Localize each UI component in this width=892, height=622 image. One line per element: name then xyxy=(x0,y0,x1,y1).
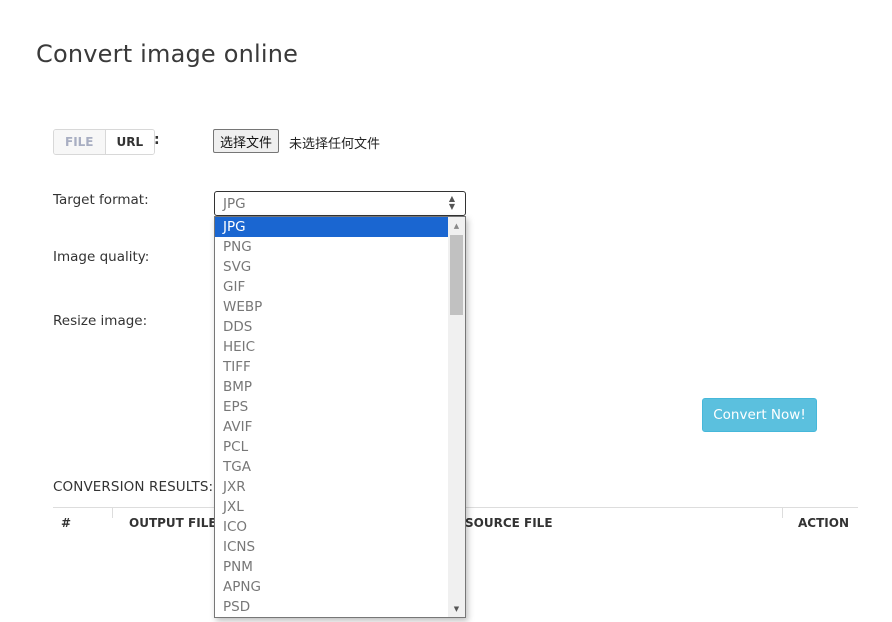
format-option-pnm[interactable]: PNM xyxy=(215,557,448,577)
target-format-dropdown: JPG PNG SVG GIF WEBP DDS HEIC TIFF BMP EPS AVIF PCL… xyxy=(214,216,466,618)
page-title: Convert image online xyxy=(36,40,299,68)
format-option-jxr[interactable]: JXR xyxy=(215,477,448,497)
format-option-pcl[interactable]: PCL xyxy=(215,437,448,457)
scroll-down-arrow-icon[interactable]: ▼ xyxy=(448,600,465,617)
format-option-webp[interactable]: WEBP xyxy=(215,297,448,317)
choose-file-button[interactable]: 选择文件 xyxy=(213,129,280,153)
file-status-text: 未选择任何文件 xyxy=(289,137,381,152)
toggle-colon: : xyxy=(154,132,160,148)
format-option-dds[interactable]: DDS xyxy=(215,317,448,337)
column-header-output-file: OUTPUT FILE xyxy=(129,516,217,530)
format-option-svg[interactable]: SVG xyxy=(215,257,448,277)
format-option-tiff[interactable]: TIFF xyxy=(215,357,448,377)
format-option-jxl[interactable]: JXL xyxy=(215,497,448,517)
target-format-selected-value: JPG xyxy=(223,195,246,212)
column-separator xyxy=(112,508,113,518)
source-toggle: FILE URL xyxy=(53,129,156,155)
resize-image-label: Resize image: xyxy=(53,313,148,329)
format-option-png[interactable]: PNG xyxy=(215,237,448,257)
format-option-bmp[interactable]: BMP xyxy=(215,377,448,397)
dropdown-scrollbar[interactable]: ▲ ▼ xyxy=(448,217,465,617)
format-option-ico[interactable]: ICO xyxy=(215,517,448,537)
image-quality-label: Image quality: xyxy=(53,249,150,265)
format-option-psd[interactable]: PSD xyxy=(215,597,448,617)
scroll-thumb[interactable] xyxy=(450,235,463,315)
format-option-avif[interactable]: AVIF xyxy=(215,417,448,437)
target-format-label: Target format: xyxy=(53,192,149,208)
select-updown-arrow-icon: ▲ ▼ xyxy=(448,194,455,211)
format-option-apng[interactable]: APNG xyxy=(215,577,448,597)
convert-now-button[interactable]: Convert Now! xyxy=(702,398,817,432)
format-option-jpg[interactable]: JPG xyxy=(215,217,448,237)
dropdown-options-list: JPG PNG SVG GIF WEBP DDS HEIC TIFF BMP EPS AVIF PCL… xyxy=(215,217,448,617)
toggle-url-button[interactable]: URL xyxy=(105,130,155,154)
target-format-select[interactable]: JPG ▲ ▼ xyxy=(214,191,466,216)
column-header-number: # xyxy=(61,516,72,530)
format-option-icns[interactable]: ICNS xyxy=(215,537,448,557)
conversion-results-label: CONVERSION RESULTS: xyxy=(53,479,214,495)
column-separator xyxy=(782,508,783,518)
column-header-action: ACTION xyxy=(798,516,849,530)
scroll-up-arrow-icon[interactable]: ▲ xyxy=(448,217,465,234)
column-header-source-file: SOURCE FILE xyxy=(465,516,553,530)
format-option-gif[interactable]: GIF xyxy=(215,277,448,297)
toggle-file-button[interactable]: FILE xyxy=(54,130,106,154)
format-option-tga[interactable]: TGA xyxy=(215,457,448,477)
format-option-heic[interactable]: HEIC xyxy=(215,337,448,357)
format-option-eps[interactable]: EPS xyxy=(215,397,448,417)
page: Convert image online FILE URL : 选择文件 未选择… xyxy=(0,0,892,622)
